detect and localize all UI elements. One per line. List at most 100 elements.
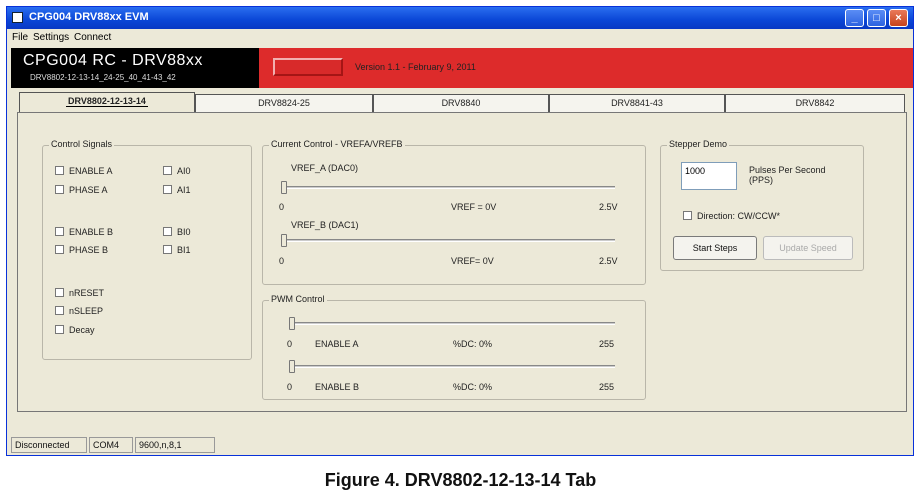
tab-drv8842[interactable]: DRV8842 [725, 94, 905, 112]
vref-a-track[interactable] [283, 186, 615, 189]
checkbox-label: PHASE A [69, 185, 108, 195]
vref-b-label: VREF_B (DAC1) [291, 220, 359, 230]
menu-connect[interactable]: Connect [74, 32, 111, 43]
tab-label: DRV8802-12-13-14 [66, 96, 148, 107]
pwm-b-max: 255 [599, 382, 615, 392]
vref-a-slider-thumb[interactable] [281, 181, 287, 194]
tab-panel: Control Signals ENABLE A PHASE A AI0 AI1… [17, 112, 907, 412]
nsleep-checkbox[interactable]: nSLEEP [55, 306, 103, 316]
checkbox-label: nRESET [69, 288, 105, 298]
nreset-checkbox[interactable]: nRESET [55, 288, 104, 298]
vref-b-slider-thumb[interactable] [281, 234, 287, 247]
minimize-icon[interactable]: _ [845, 9, 864, 27]
checkbox-box[interactable] [55, 245, 64, 254]
bi1-checkbox[interactable]: BI1 [163, 245, 191, 255]
pwm-b-slider-thumb[interactable] [289, 360, 295, 373]
vref-b-min: 0 [279, 256, 285, 266]
checkbox-label: BI0 [177, 227, 191, 237]
pwm-a-duty: %DC: 0% [453, 339, 493, 349]
header-banner-left: CPG004 RC - DRV88xx DRV8802-12-13-14_24-… [11, 48, 259, 88]
vref-a-readout: VREF = 0V [451, 202, 497, 212]
tab-drv8840[interactable]: DRV8840 [373, 94, 549, 112]
vref-a-label: VREF_A (DAC0) [291, 163, 359, 173]
pwm-a-max: 255 [599, 339, 615, 349]
update-speed-button[interactable]: Update Speed [763, 236, 853, 260]
vref-a-min: 0 [279, 202, 285, 212]
pps-input[interactable]: 1000 [681, 162, 737, 190]
enable-b-checkbox[interactable]: ENABLE B [55, 227, 113, 237]
figure-caption: Figure 4. DRV8802-12-13-14 Tab [324, 470, 597, 490]
current-control-group: Current Control - VREFA/VREFB VREF_A (DA… [262, 139, 646, 285]
vref-b-max: 2.5V [599, 256, 618, 266]
app-icon [12, 12, 23, 23]
close-icon[interactable]: × [889, 9, 908, 27]
pwm-a-label: ENABLE A [315, 339, 359, 349]
checkbox-box[interactable] [163, 185, 172, 194]
tab-drv8824[interactable]: DRV8824-25 [195, 94, 373, 112]
port-status: COM4 [89, 437, 133, 453]
checkbox-box[interactable] [163, 245, 172, 254]
checkbox-box[interactable] [55, 227, 64, 236]
phase-a-checkbox[interactable]: PHASE A [55, 185, 108, 195]
pwm-b-duty: %DC: 0% [453, 382, 493, 392]
tab-drv8802[interactable]: DRV8802-12-13-14 [19, 92, 195, 113]
checkbox-box[interactable] [163, 166, 172, 175]
connection-indicator [273, 58, 343, 76]
menu-settings[interactable]: Settings [33, 32, 69, 43]
checkbox-box[interactable] [55, 185, 64, 194]
menu-bar: File Settings Connect [7, 29, 913, 47]
version-text: Version 1.1 - February 9, 2011 [355, 62, 476, 72]
app-window: CPG004 DRV88xx EVM _ □ × File Settings C… [6, 6, 914, 456]
pwm-b-label: ENABLE B [315, 382, 360, 392]
bi0-checkbox[interactable]: BI0 [163, 227, 191, 237]
tab-drv8841[interactable]: DRV8841-43 [549, 94, 725, 112]
enable-a-checkbox[interactable]: ENABLE A [55, 166, 113, 176]
pwm-control-title: PWM Control [269, 294, 327, 304]
page: CPG004 DRV88xx EVM _ □ × File Settings C… [0, 0, 921, 503]
stepper-demo-title: Stepper Demo [667, 139, 730, 149]
ai1-checkbox[interactable]: AI1 [163, 185, 191, 195]
checkbox-label: Decay [69, 325, 95, 335]
ai0-checkbox[interactable]: AI0 [163, 166, 191, 176]
current-control-title: Current Control - VREFA/VREFB [269, 139, 405, 149]
checkbox-label: PHASE B [69, 245, 109, 255]
menu-file[interactable]: File [12, 32, 28, 43]
pwm-a-slider-thumb[interactable] [289, 317, 295, 330]
phase-b-checkbox[interactable]: PHASE B [55, 245, 108, 255]
checkbox-box[interactable] [55, 166, 64, 175]
checkbox-box[interactable] [55, 288, 64, 297]
checkbox-box[interactable] [55, 306, 64, 315]
pwm-b-track[interactable] [291, 365, 615, 368]
checkbox-label: ENABLE B [69, 227, 114, 237]
control-signals-title: Control Signals [49, 139, 115, 149]
maximize-icon[interactable]: □ [867, 9, 886, 27]
checkbox-box[interactable] [683, 211, 692, 220]
checkbox-label: nSLEEP [69, 306, 104, 316]
stepper-demo-group: Stepper Demo 1000 Pulses Per Second (PPS… [660, 139, 864, 271]
serial-settings-status: 9600,n,8,1 [135, 437, 215, 453]
checkbox-box[interactable] [163, 227, 172, 236]
header-banner-right: Version 1.1 - February 9, 2011 [259, 48, 913, 88]
checkbox-box[interactable] [55, 325, 64, 334]
checkbox-label: BI1 [177, 245, 191, 255]
vref-b-track[interactable] [283, 239, 615, 242]
connection-status: Disconnected [11, 437, 87, 453]
device-list: DRV8802-12-13-14_24-25_40_41-43_42 [30, 73, 176, 82]
pps-label-line2: (PPS) [749, 175, 774, 185]
checkbox-label: ENABLE A [69, 166, 113, 176]
checkbox-label: AI1 [177, 185, 191, 195]
window-title: CPG004 DRV88xx EVM [29, 11, 149, 23]
app-name: CPG004 RC - DRV88xx [23, 52, 203, 69]
direction-checkbox[interactable]: Direction: CW/CCW* [683, 211, 780, 221]
pps-label-line1: Pulses Per Second [749, 165, 826, 175]
pwm-a-track[interactable] [291, 322, 615, 325]
start-steps-button[interactable]: Start Steps [673, 236, 757, 260]
pwm-b-min: 0 [287, 382, 293, 392]
decay-checkbox[interactable]: Decay [55, 325, 95, 335]
checkbox-label: AI0 [177, 166, 191, 176]
pwm-control-group: PWM Control 0 ENABLE A %DC: 0% 255 0 ENA… [262, 294, 646, 400]
vref-b-readout: VREF= 0V [451, 256, 494, 266]
vref-a-max: 2.5V [599, 202, 618, 212]
control-signals-group: Control Signals ENABLE A PHASE A AI0 AI1… [42, 139, 252, 360]
title-bar[interactable]: CPG004 DRV88xx EVM _ □ × [7, 7, 913, 29]
